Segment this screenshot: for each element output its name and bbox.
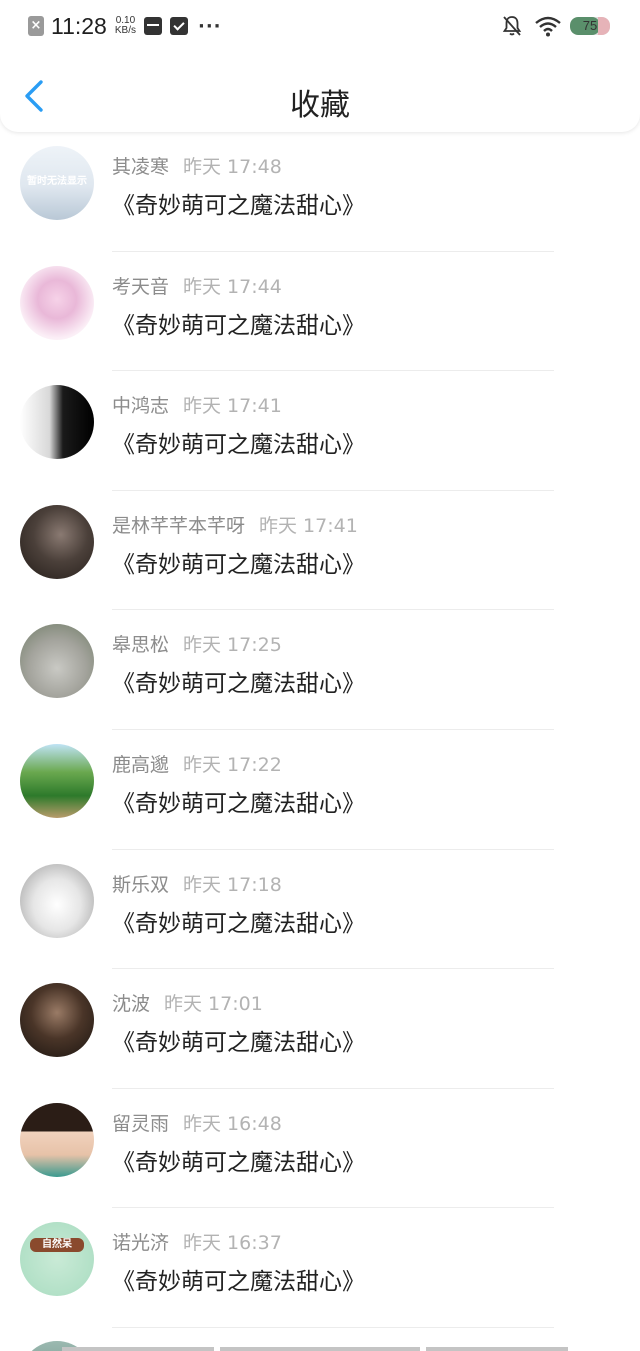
post-title[interactable]: 《奇妙萌可之魔法甜心》	[112, 545, 365, 579]
avatar[interactable]	[20, 1102, 94, 1177]
item-meta: 中鸿志 昨天 17:41	[112, 391, 282, 418]
wifi-icon	[535, 16, 561, 37]
avatar[interactable]	[20, 624, 94, 699]
timestamp: 昨天 17:18	[183, 873, 282, 896]
avatar[interactable]	[20, 983, 94, 1058]
list-item[interactable]: 中鸿志 昨天 17:41 《奇妙萌可之魔法甜心》	[0, 371, 640, 491]
user-name[interactable]: 其凌寒	[112, 156, 169, 178]
divider	[112, 1326, 554, 1328]
post-title[interactable]: 《奇妙萌可之魔法甜心》	[112, 904, 365, 938]
item-meta: 沈波 昨天 17:01	[112, 989, 263, 1016]
network-speed: 0.10 KB/s	[115, 16, 136, 36]
timestamp: 昨天 17:01	[164, 993, 263, 1016]
post-title[interactable]: 《奇妙萌可之魔法甜心》	[112, 1262, 365, 1296]
timestamp: 昨天 17:41	[259, 514, 358, 537]
list-item[interactable]: 是林芊芊本芊呀 昨天 17:41 《奇妙萌可之魔法甜心》	[0, 491, 640, 611]
item-meta: 斯乐双 昨天 17:18	[112, 870, 282, 897]
user-name[interactable]: 考天音	[112, 276, 169, 298]
timestamp: 昨天 16:48	[183, 1112, 282, 1135]
status-left: × 11:28 0.10 KB/s ···	[28, 12, 222, 40]
user-name[interactable]: 斯乐双	[112, 874, 169, 896]
item-meta: 其凌寒 昨天 17:48	[112, 152, 282, 179]
bell-muted-icon	[502, 16, 522, 36]
list-item[interactable]: 考天音 昨天 17:44 《奇妙萌可之魔法甜心》	[0, 252, 640, 372]
avatar[interactable]	[20, 385, 94, 460]
status-right: 75	[502, 13, 610, 39]
avatar[interactable]	[20, 743, 94, 818]
page-title: 收藏	[290, 88, 350, 123]
list-item[interactable]: 暂时无法显示 其凌寒 昨天 17:48 《奇妙萌可之魔法甜心》	[0, 132, 640, 252]
list-item[interactable]: 沈波 昨天 17:01 《奇妙萌可之魔法甜心》	[0, 969, 640, 1089]
timestamp: 昨天 16:37	[183, 1232, 282, 1255]
battery-icon: 75	[570, 17, 610, 35]
timestamp: 昨天 17:41	[183, 395, 282, 418]
more-dots-icon: ···	[197, 15, 222, 37]
post-title[interactable]: 《奇妙萌可之魔法甜心》	[112, 425, 365, 459]
user-name[interactable]: 鹿高邈	[112, 754, 169, 776]
nav-bar: 收藏	[0, 62, 640, 132]
list-item[interactable]: 皋思松 昨天 17:25 《奇妙萌可之魔法甜心》	[0, 610, 640, 730]
avatar[interactable]	[20, 863, 94, 938]
list-item[interactable]: 留灵雨 昨天 16:48 《奇妙萌可之魔法甜心》	[0, 1089, 640, 1209]
message-icon	[143, 17, 162, 35]
battery-percent: 75	[582, 18, 598, 33]
list-item[interactable]: 鹿高邈 昨天 17:22 《奇妙萌可之魔法甜心》	[0, 730, 640, 850]
close-notification-icon: ×	[28, 16, 44, 36]
mail-icon	[169, 17, 188, 35]
item-meta: 留灵雨 昨天 16:48	[112, 1109, 282, 1136]
avatar-caption: 自然呆	[30, 1238, 84, 1253]
user-name[interactable]: 沈波	[112, 993, 150, 1015]
top-header: × 11:28 0.10 KB/s ··· 75 收藏	[0, 0, 640, 132]
status-bar: × 11:28 0.10 KB/s ··· 75	[0, 0, 640, 50]
user-name[interactable]: 皋思松	[112, 634, 169, 656]
timestamp: 昨天 17:22	[183, 753, 282, 776]
avatar-caption: 暂时无法显示	[27, 176, 87, 187]
user-name[interactable]: 是林芊芊本芊呀	[112, 515, 245, 537]
favorites-list: 暂时无法显示 其凌寒 昨天 17:48 《奇妙萌可之魔法甜心》 考天音 昨天 17:44 《…	[0, 132, 640, 1328]
post-title[interactable]: 《奇妙萌可之魔法甜心》	[112, 186, 365, 220]
item-meta: 是林芊芊本芊呀 昨天 17:41	[112, 511, 358, 538]
next-item-peek	[0, 1341, 640, 1351]
clock: 11:28	[51, 12, 107, 39]
avatar[interactable]	[20, 504, 94, 579]
post-title[interactable]: 《奇妙萌可之魔法甜心》	[112, 1023, 365, 1057]
item-meta: 诺光济 昨天 16:37	[112, 1228, 282, 1255]
peek-bar	[426, 1347, 568, 1351]
timestamp: 昨天 17:25	[183, 634, 282, 657]
post-title[interactable]: 《奇妙萌可之魔法甜心》	[112, 1143, 365, 1177]
item-meta: 鹿高邈 昨天 17:22	[112, 750, 282, 777]
timestamp: 昨天 17:44	[183, 275, 282, 298]
post-title[interactable]: 《奇妙萌可之魔法甜心》	[112, 784, 365, 818]
timestamp: 昨天 17:48	[183, 156, 282, 178]
item-meta: 皋思松 昨天 17:25	[112, 630, 282, 657]
post-title[interactable]: 《奇妙萌可之魔法甜心》	[112, 664, 365, 698]
avatar[interactable]: 暂时无法显示	[20, 146, 94, 220]
user-name[interactable]: 留灵雨	[112, 1113, 169, 1135]
user-name[interactable]: 诺光济	[112, 1232, 169, 1254]
avatar[interactable]	[20, 265, 94, 340]
peek-bar	[220, 1347, 420, 1351]
peek-bar	[62, 1347, 214, 1351]
list-item[interactable]: 斯乐双 昨天 17:18 《奇妙萌可之魔法甜心》	[0, 850, 640, 970]
user-name[interactable]: 中鸿志	[112, 395, 169, 417]
item-meta: 考天音 昨天 17:44	[112, 272, 282, 299]
avatar[interactable]: 自然呆	[20, 1222, 94, 1297]
network-speed-unit: KB/s	[114, 25, 136, 36]
list-item[interactable]: 自然呆 诺光济 昨天 16:37 《奇妙萌可之魔法甜心》	[0, 1208, 640, 1328]
post-title[interactable]: 《奇妙萌可之魔法甜心》	[112, 306, 365, 340]
